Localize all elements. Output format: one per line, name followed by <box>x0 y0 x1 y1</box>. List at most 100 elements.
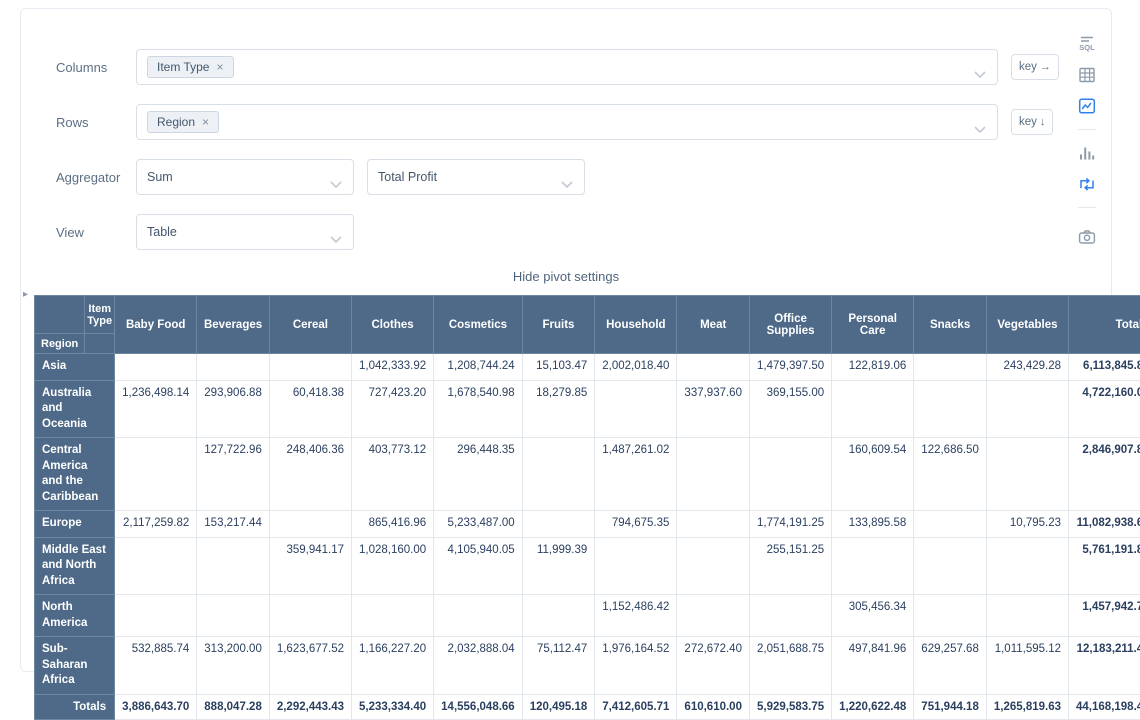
column-header: Meat <box>677 296 750 354</box>
column-header: Fruits <box>522 296 595 354</box>
data-cell: 1,487,261.02 <box>595 438 677 511</box>
data-cell <box>352 595 434 637</box>
grand-total-value: 44,168,198.40 <box>1069 694 1140 719</box>
data-cell: 1,774,191.25 <box>749 511 831 538</box>
data-cell <box>677 438 750 511</box>
grand-total-cell: 610,610.00 <box>677 694 750 719</box>
bar-chart-icon[interactable] <box>1076 142 1098 164</box>
data-cell <box>197 354 270 381</box>
grand-total-cell: 751,944.18 <box>914 694 987 719</box>
data-cell: 1,042,333.92 <box>352 354 434 381</box>
data-cell <box>269 354 351 381</box>
camera-icon[interactable] <box>1076 226 1098 248</box>
column-header: Beverages <box>197 296 270 354</box>
data-cell: 2,002,018.40 <box>595 354 677 381</box>
row-total-cell: 5,761,191.86 <box>1069 537 1140 595</box>
data-cell: 133,895.58 <box>832 511 914 538</box>
data-cell <box>115 354 197 381</box>
data-cell <box>914 511 987 538</box>
aggregator-argument-select[interactable]: Total Profit <box>367 159 585 195</box>
hide-pivot-settings-link[interactable]: Hide pivot settings <box>21 269 1111 284</box>
column-header: Office Supplies <box>749 296 831 354</box>
data-cell <box>914 595 987 637</box>
rows-tag-label: Region <box>157 115 195 129</box>
arrow-down-icon: ↓ <box>1040 116 1046 128</box>
column-header: Cereal <box>269 296 351 354</box>
data-cell: 75,112.47 <box>522 637 595 695</box>
data-cell: 255,151.25 <box>749 537 831 595</box>
data-cell <box>269 595 351 637</box>
row-total-cell: 12,183,211.40 <box>1069 637 1140 695</box>
columns-sort-key-button[interactable]: key → <box>1011 54 1059 80</box>
data-cell: 122,819.06 <box>832 354 914 381</box>
rows-select[interactable]: Region × <box>136 104 998 140</box>
data-cell: 2,117,259.82 <box>115 511 197 538</box>
data-cell <box>677 537 750 595</box>
remove-tag-icon[interactable]: × <box>202 116 209 128</box>
data-cell <box>914 380 987 438</box>
corner-blank-cell <box>35 296 85 334</box>
remove-tag-icon[interactable]: × <box>216 61 223 73</box>
columns-row: Columns Item Type × key → <box>56 49 1111 85</box>
key-label: key <box>1019 61 1037 73</box>
sql-icon[interactable]: SQL <box>1076 33 1098 55</box>
chevron-down-icon <box>974 120 986 138</box>
panel-resize-handle[interactable]: ▸ <box>23 290 28 300</box>
aggregator-value: Sum <box>147 170 173 184</box>
table-row: Middle East and North Africa359,941.171,… <box>35 537 1140 595</box>
chart-image-icon[interactable] <box>1076 95 1098 117</box>
data-cell: 10,795.23 <box>986 511 1068 538</box>
data-cell: 1,236,498.14 <box>115 380 197 438</box>
data-cell <box>522 438 595 511</box>
data-cell <box>434 595 523 637</box>
table-icon[interactable] <box>1076 64 1098 86</box>
data-cell <box>986 537 1068 595</box>
grand-total-cell: 7,412,605.71 <box>595 694 677 719</box>
data-cell <box>832 537 914 595</box>
data-cell: 865,416.96 <box>352 511 434 538</box>
data-cell: 243,429.28 <box>986 354 1068 381</box>
aggregator-row: Aggregator Sum Total Profit <box>56 159 1111 195</box>
view-select[interactable]: Table <box>136 214 354 250</box>
data-cell: 313,200.00 <box>197 637 270 695</box>
data-cell: 532,885.74 <box>115 637 197 695</box>
columns-label: Columns <box>56 60 136 75</box>
view-row: View Table <box>56 214 1111 250</box>
pivot-icon[interactable] <box>1076 173 1098 195</box>
data-cell: 127,722.96 <box>197 438 270 511</box>
data-cell: 369,155.00 <box>749 380 831 438</box>
chevron-down-icon <box>330 230 342 248</box>
data-cell: 1,976,164.52 <box>595 637 677 695</box>
data-cell <box>677 354 750 381</box>
grand-total-cell: 5,233,334.40 <box>352 694 434 719</box>
data-cell: 2,051,688.75 <box>749 637 831 695</box>
grand-total-cell: 1,220,622.48 <box>832 694 914 719</box>
chevron-down-icon <box>561 175 573 193</box>
grand-total-cell: 3,886,643.70 <box>115 694 197 719</box>
data-cell: 122,686.50 <box>914 438 987 511</box>
pivot-table-container: Item TypeBaby FoodBeveragesCerealClothes… <box>34 295 1073 720</box>
data-cell <box>197 595 270 637</box>
table-row: Central America and the Caribbean127,722… <box>35 438 1140 511</box>
visualization-toolbar: SQL <box>1072 33 1102 248</box>
rows-tag[interactable]: Region × <box>147 111 219 133</box>
data-cell <box>115 537 197 595</box>
data-cell: 296,448.35 <box>434 438 523 511</box>
data-cell: 15,103.47 <box>522 354 595 381</box>
data-cell <box>595 380 677 438</box>
row-total-cell: 4,722,160.03 <box>1069 380 1140 438</box>
row-label: Sub-Saharan Africa <box>35 637 115 695</box>
data-cell: 4,105,940.05 <box>434 537 523 595</box>
data-cell <box>986 380 1068 438</box>
columns-tag[interactable]: Item Type × <box>147 56 234 78</box>
chevron-down-icon <box>974 65 986 83</box>
column-header: Snacks <box>914 296 987 354</box>
rows-sort-key-button[interactable]: key ↓ <box>1011 109 1053 135</box>
aggregator-select[interactable]: Sum <box>136 159 354 195</box>
table-row: Australia and Oceania1,236,498.14293,906… <box>35 380 1140 438</box>
columns-select[interactable]: Item Type × <box>136 49 998 85</box>
data-cell <box>677 511 750 538</box>
corner-blank-cell <box>85 334 115 354</box>
data-cell: 359,941.17 <box>269 537 351 595</box>
data-cell: 403,773.12 <box>352 438 434 511</box>
